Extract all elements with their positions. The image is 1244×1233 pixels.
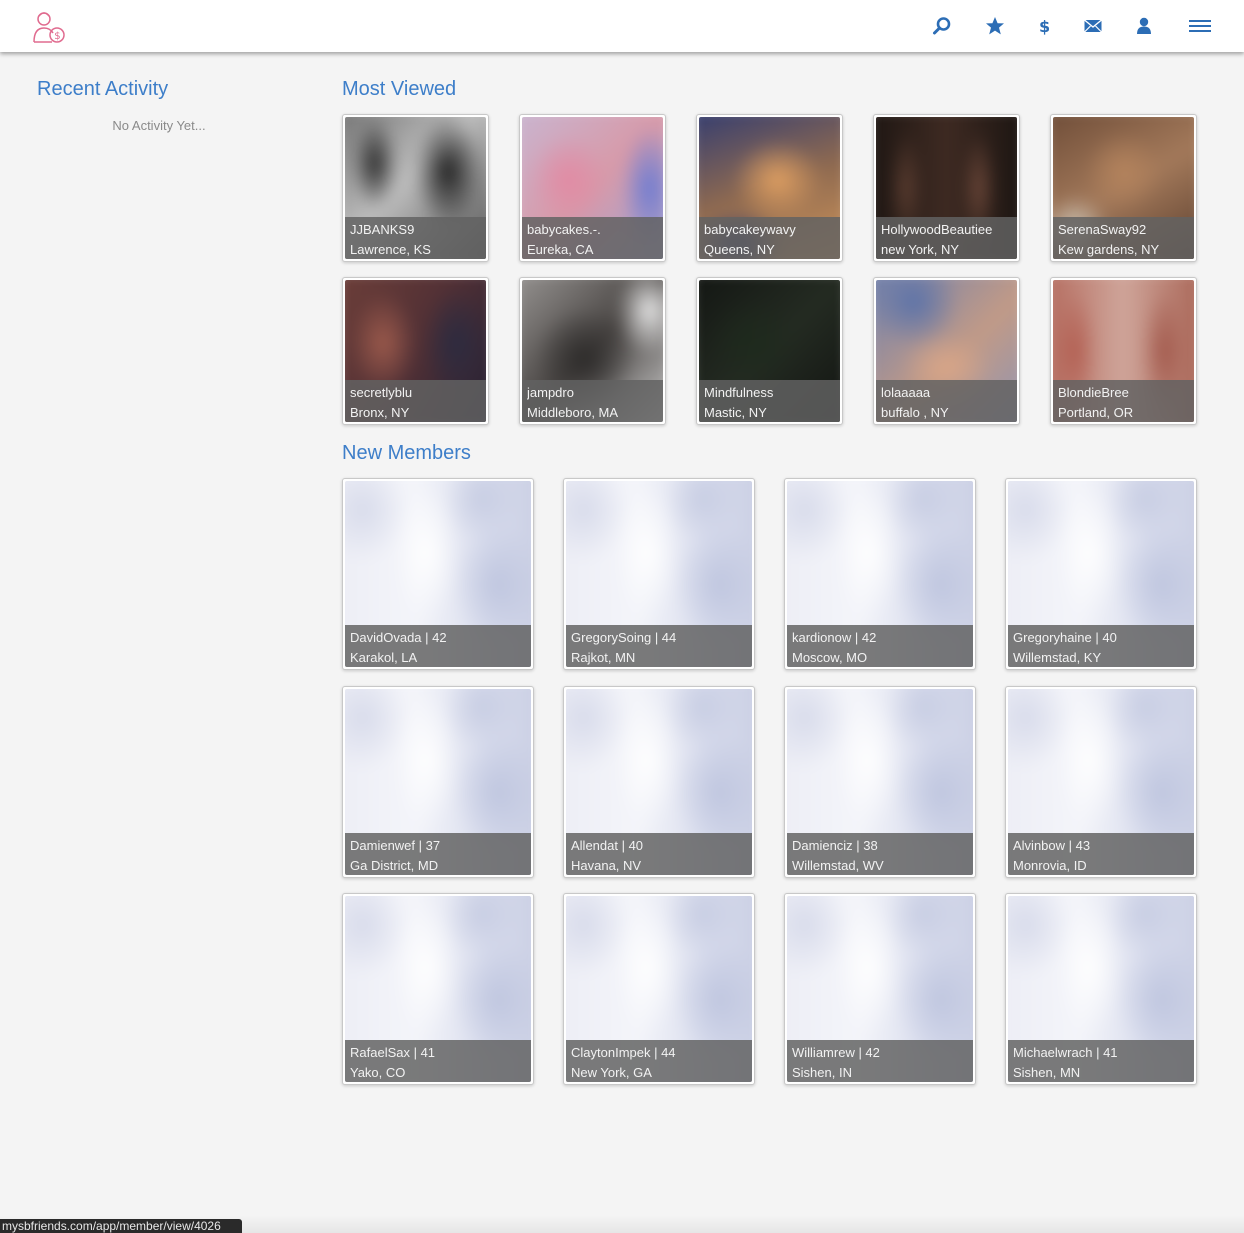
member-card[interactable]: babycakes.-. Eureka, CA (519, 114, 666, 262)
member-location: Sishen, IN (792, 1065, 852, 1080)
most-viewed-title: Most Viewed (342, 78, 457, 100)
status-bar-url: mysbfriends.com/app/member/view/4026 (0, 1219, 242, 1233)
member-card[interactable]: Damienwef | 37 Ga District, MD (342, 686, 534, 878)
member-card[interactable]: SerenaSway92 Kew gardens, NY (1050, 114, 1197, 262)
member-location: Bronx, NY (350, 405, 410, 420)
member-location: buffalo , NY (881, 405, 949, 420)
member-location: Willemstad, WV (792, 858, 884, 873)
member-location: Willemstad, KY (1013, 650, 1102, 665)
member-location: Karakol, LA (350, 650, 418, 665)
menu-icon[interactable] (1188, 14, 1212, 38)
member-card[interactable]: Mindfulness Mastic, NY (696, 277, 843, 425)
member-name: GregorySoing | 44 (571, 630, 677, 645)
member-location: Middleboro, MA (527, 405, 619, 420)
member-card[interactable]: Alvinbow | 43 Monrovia, ID (1005, 686, 1197, 878)
member-name: RafaelSax | 41 (350, 1045, 436, 1060)
member-location: Portland, OR (1058, 405, 1134, 420)
member-name: jampdro (527, 385, 574, 400)
member-location: Moscow, MO (792, 650, 868, 665)
member-card[interactable]: HollywoodBeautiee new York, NY (873, 114, 1020, 262)
member-location: Queens, NY (704, 242, 775, 257)
member-name: secretlyblu (350, 385, 413, 400)
recent-activity-empty-text: No Activity Yet... (112, 118, 206, 133)
search-icon[interactable] (930, 14, 954, 38)
member-name: Damienciz | 38 (792, 838, 878, 853)
logo-icon[interactable]: $ (30, 8, 68, 46)
member-location: Eureka, CA (527, 242, 594, 257)
member-location: Monrovia, ID (1013, 858, 1087, 873)
member-name: Alvinbow | 43 (1013, 838, 1091, 853)
member-name: JJBANKS9 (350, 222, 415, 237)
member-name: babycakes.-. (527, 222, 601, 237)
member-location: new York, NY (881, 242, 960, 257)
mail-icon[interactable] (1081, 14, 1105, 38)
member-location: Yako, CO (350, 1065, 406, 1080)
member-card[interactable]: kardionow | 42 Moscow, MO (784, 478, 976, 670)
dollar-icon[interactable]: $ (1032, 14, 1056, 38)
member-card[interactable]: DavidOvada | 42 Karakol, LA (342, 478, 534, 670)
member-card[interactable]: ClaytonImpek | 44 New York, GA (563, 893, 755, 1085)
member-card[interactable]: RafaelSax | 41 Yako, CO (342, 893, 534, 1085)
member-name: BlondieBree (1058, 385, 1129, 400)
svg-text:$: $ (54, 31, 60, 42)
member-name: Williamrew | 42 (792, 1045, 880, 1060)
recent-activity-title: Recent Activity (37, 78, 169, 100)
member-card[interactable]: BlondieBree Portland, OR (1050, 277, 1197, 425)
member-name: Damienwef | 37 (350, 838, 441, 853)
member-card[interactable]: Michaelwrach | 41 Sishen, MN (1005, 893, 1197, 1085)
member-name: ClaytonImpek | 44 (571, 1045, 676, 1060)
member-location: New York, GA (571, 1065, 652, 1080)
member-name: Allendat | 40 (571, 838, 644, 853)
member-card[interactable]: Allendat | 40 Havana, NV (563, 686, 755, 878)
member-card[interactable]: Damienciz | 38 Willemstad, WV (784, 686, 976, 878)
member-card[interactable]: Williamrew | 42 Sishen, IN (784, 893, 976, 1085)
svg-text:$: $ (1039, 17, 1050, 36)
member-card[interactable]: babycakeywavy Queens, NY (696, 114, 843, 262)
top-navigation-bar: $ $ (0, 0, 1244, 52)
member-name: babycakeywavy (704, 222, 796, 237)
member-location: Sishen, MN (1013, 1065, 1081, 1080)
user-icon[interactable] (1132, 14, 1156, 38)
member-card[interactable]: Gregoryhaine | 40 Willemstad, KY (1005, 478, 1197, 670)
member-card[interactable]: GregorySoing | 44 Rajkot, MN (563, 478, 755, 670)
member-card[interactable]: lolaaaaa buffalo , NY (873, 277, 1020, 425)
member-name: DavidOvada | 42 (350, 630, 447, 645)
member-card[interactable]: secretlyblu Bronx, NY (342, 277, 489, 425)
member-card[interactable]: jampdro Middleboro, MA (519, 277, 666, 425)
new-members-title: New Members (342, 442, 471, 464)
member-location: Kew gardens, NY (1058, 242, 1160, 257)
member-name: kardionow | 42 (792, 630, 877, 645)
member-name: Michaelwrach | 41 (1013, 1045, 1118, 1060)
member-location: Rajkot, MN (571, 650, 636, 665)
member-location: Lawrence, KS (350, 242, 431, 257)
member-card[interactable]: JJBANKS9 Lawrence, KS (342, 114, 489, 262)
member-location: Ga District, MD (350, 858, 439, 873)
member-name: lolaaaaa (881, 385, 931, 400)
member-name: Gregoryhaine | 40 (1013, 630, 1117, 645)
member-location: Mastic, NY (704, 405, 767, 420)
member-name: HollywoodBeautiee (881, 222, 993, 237)
member-name: Mindfulness (704, 385, 774, 400)
star-icon[interactable] (983, 14, 1007, 38)
member-location: Havana, NV (571, 858, 642, 873)
member-name: SerenaSway92 (1058, 222, 1147, 237)
